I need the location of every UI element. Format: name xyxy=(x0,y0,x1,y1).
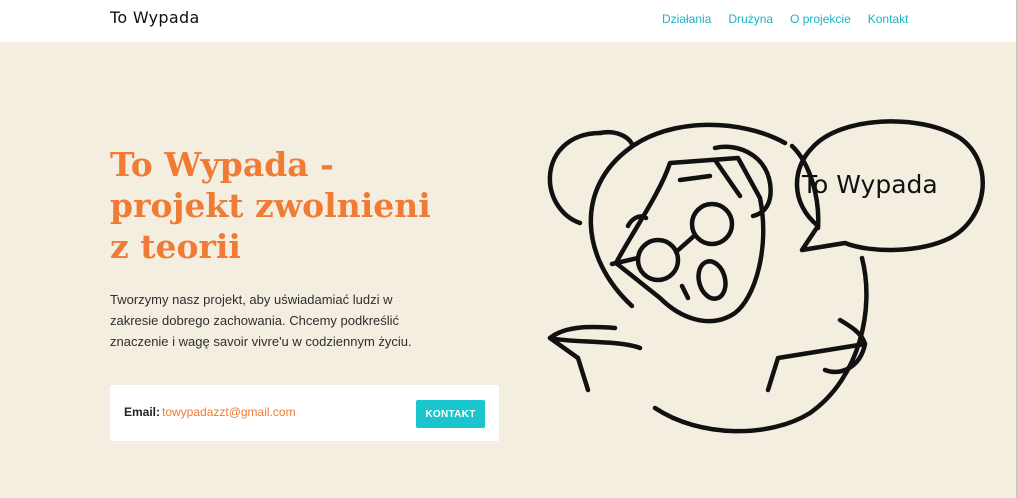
top-navbar: To Wypada Działania Drużyna O projekcie … xyxy=(0,0,1018,42)
main-nav: Działania Drużyna O projekcie Kontakt xyxy=(662,12,925,26)
arm-left xyxy=(547,324,618,393)
hero-illustration: To Wypada xyxy=(540,108,990,438)
hero-title-line-2: projekt zwolnieni xyxy=(110,186,431,225)
hero-title: To Wypada - projekt zwolnieni z teorii xyxy=(110,144,440,267)
hero-description: Tworzymy nasz projekt, aby uświadamiać l… xyxy=(110,292,412,349)
contact-card: Email: towypadazzt@gmail.com KONTAKT xyxy=(110,385,499,441)
glasses-lens-left xyxy=(635,237,681,283)
nav-link-druzyna[interactable]: Drużyna xyxy=(728,12,773,26)
mouth xyxy=(696,259,728,301)
nav-link-o-projekcie[interactable]: O projekcie xyxy=(790,12,851,26)
site-logo[interactable]: To Wypada xyxy=(110,8,200,27)
email-label: Email: xyxy=(124,405,161,419)
nav-link-kontakt[interactable]: Kontakt xyxy=(868,12,909,26)
contact-button[interactable]: KONTAKT xyxy=(416,400,485,428)
hero-title-line-1: To Wypada - xyxy=(110,145,334,184)
hero-title-line-3: z teorii xyxy=(110,227,241,266)
speech-bubble-text: To Wypada xyxy=(801,170,938,199)
arm-right xyxy=(765,317,868,393)
nav-link-dzialania[interactable]: Działania xyxy=(662,12,711,26)
glasses-lens-right xyxy=(689,201,735,247)
email-link[interactable]: towypadazzt@gmail.com xyxy=(162,405,296,419)
